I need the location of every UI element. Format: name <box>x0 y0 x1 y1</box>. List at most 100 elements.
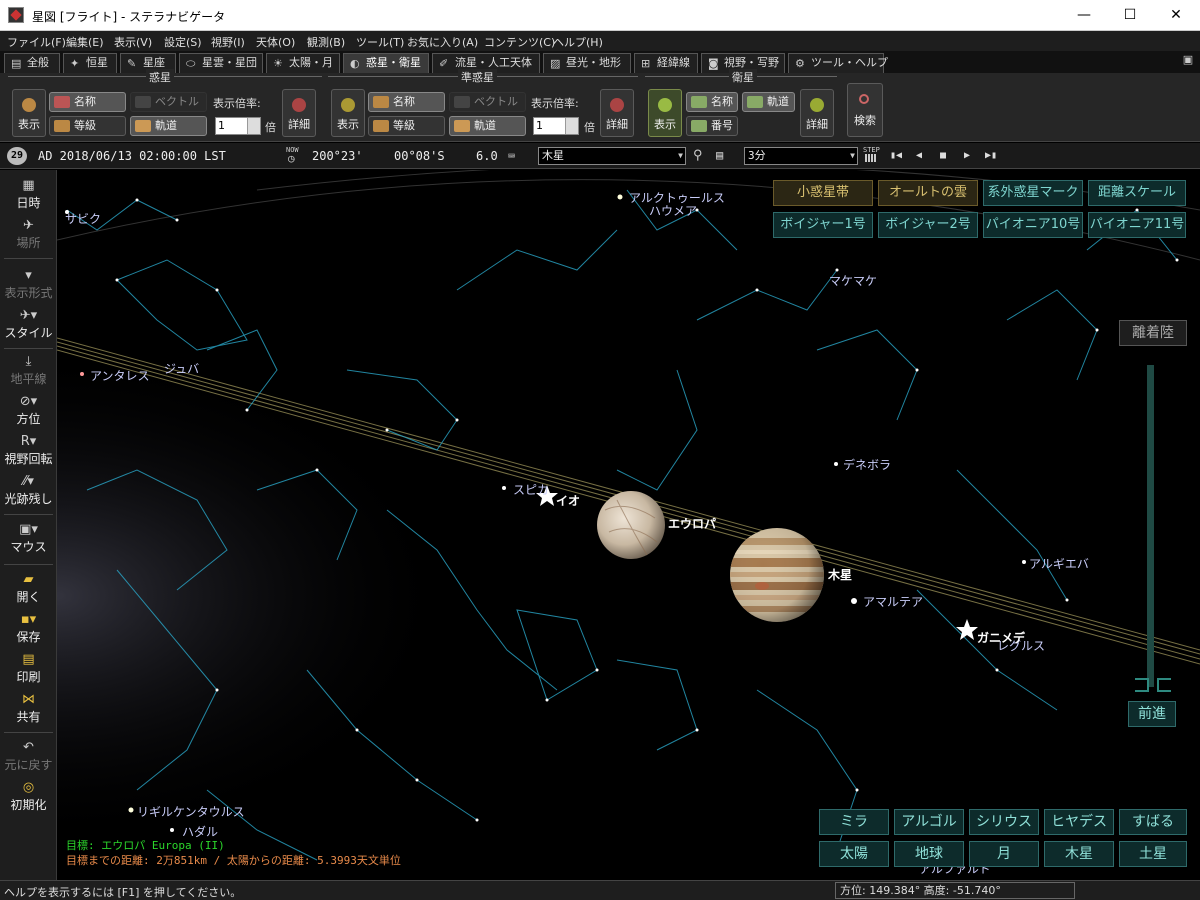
target-sun-button[interactable]: 太陽 <box>819 841 889 867</box>
label-sabik[interactable]: サビク <box>65 210 101 227</box>
planet-magnitude-toggle[interactable]: 等級 <box>49 116 126 136</box>
datetime-display[interactable]: AD 2018/06/13 02:00:00 LST <box>38 149 226 163</box>
label-algieba[interactable]: アルギエバ <box>1029 555 1089 572</box>
direction-tool[interactable]: ⊘▾ 方位 <box>0 394 57 427</box>
sky-map[interactable] <box>57 170 1200 880</box>
oort-cloud-button[interactable]: オールトの雲 <box>878 180 978 206</box>
distance-scale-button[interactable]: 距離スケール <box>1088 180 1186 206</box>
search-icon[interactable]: ⚲ <box>693 148 703 163</box>
menu-edit[interactable]: 編集(E) <box>66 34 104 50</box>
planet-orbit-toggle[interactable]: 軌道 <box>130 116 207 136</box>
tab-sun-moon[interactable]: ☀ 太陽・月 <box>266 53 340 73</box>
satellite-name-toggle[interactable]: 名称 <box>686 92 738 112</box>
label-io[interactable]: イオ <box>556 492 580 509</box>
label-jupiter[interactable]: 木星 <box>828 566 852 583</box>
label-spica[interactable]: スピカ <box>513 481 549 498</box>
label-dschubba[interactable]: ジュバ <box>164 360 199 377</box>
moon-age-icon[interactable]: 29 <box>7 147 27 165</box>
voyager1-button[interactable]: ボイジャー1号 <box>773 212 873 238</box>
europa-globe[interactable] <box>597 491 665 559</box>
label-makemake[interactable]: マケマケ <box>829 272 877 289</box>
undo-tool[interactable]: ↶ 元に戻す <box>0 740 57 773</box>
menu-observe[interactable]: 観測(B) <box>307 34 345 50</box>
step-icon[interactable] <box>865 154 877 162</box>
skip-forward-icon[interactable]: ▶▮ <box>983 148 999 164</box>
sky-view[interactable]: サビク アルクトゥールス ハウメア マケマケ アンタレス ジュバ デネボラ スピ… <box>57 170 1200 880</box>
label-ganymede[interactable]: ガニメデ <box>977 629 1025 646</box>
voyager2-button[interactable]: ボイジャー2号 <box>878 212 978 238</box>
label-rigil-kentaurus[interactable]: リギルケンタウルス <box>137 803 245 820</box>
planet-name-toggle[interactable]: 名称 <box>49 92 126 112</box>
time-step-select[interactable]: 3分 <box>744 147 858 165</box>
satellite-number-toggle[interactable]: 番号 <box>686 116 738 136</box>
target-saturn-button[interactable]: 土星 <box>1119 841 1187 867</box>
pin-icon[interactable]: ▣ <box>1180 53 1196 69</box>
share-tool[interactable]: ⋈ 共有 <box>0 692 57 725</box>
location-tool[interactable]: ✈ 場所 <box>0 218 57 251</box>
target-algol-button[interactable]: アルゴル <box>894 809 964 835</box>
menu-file[interactable]: ファイル(F) <box>7 34 66 50</box>
label-amalthea[interactable]: アマルテア <box>863 593 923 610</box>
rotate-view-tool[interactable]: R▾ 視野回転 <box>0 434 57 467</box>
tab-daylight[interactable]: ▨ 昼光・地形 <box>543 53 631 73</box>
target-jupiter-button[interactable]: 木星 <box>1044 841 1114 867</box>
reset-tool[interactable]: ◎ 初期化 <box>0 780 57 813</box>
target-pleiades-button[interactable]: すばる <box>1119 809 1187 835</box>
satellite-orbit-toggle[interactable]: 軌道 <box>742 92 795 112</box>
dwarf-magnitude-toggle[interactable]: 等級 <box>368 116 445 136</box>
menu-help[interactable]: ヘルプ(H) <box>553 34 603 50</box>
planet-vector-toggle[interactable]: ベクトル <box>130 92 207 112</box>
forward-button[interactable]: 前進 <box>1128 701 1176 727</box>
label-haumea[interactable]: ハウメア <box>649 202 697 219</box>
planet-scale-spinner[interactable]: 1 <box>215 117 261 135</box>
satellite-detail-button[interactable]: 詳細 <box>800 89 834 137</box>
tab-tools-help[interactable]: ⚙ ツール・ヘルプ <box>788 53 888 73</box>
tab-planets[interactable]: ◐ 惑星・衛星 <box>343 53 429 73</box>
tab-grid[interactable]: ⊞ 経緯線 <box>634 53 698 73</box>
takeoff-landing-button[interactable]: 離着陸 <box>1119 320 1187 346</box>
mouse-tool[interactable]: ▣▾ マウス <box>0 522 57 555</box>
open-tool[interactable]: ▰ 開く <box>0 572 57 605</box>
dwarf-scale-spinner[interactable]: 1 <box>533 117 579 135</box>
slider-handle-right-icon[interactable] <box>1157 678 1171 692</box>
style-tool[interactable]: ✈▾ スタイル <box>0 308 57 341</box>
menu-object[interactable]: 天体(O) <box>256 34 295 50</box>
dwarf-vector-toggle[interactable]: ベクトル <box>449 92 526 112</box>
asteroid-belt-button[interactable]: 小惑星帯 <box>773 180 873 206</box>
speed-slider-track[interactable] <box>1147 365 1154 687</box>
target-mira-button[interactable]: ミラ <box>819 809 889 835</box>
maximize-button[interactable]: ☐ <box>1107 0 1153 31</box>
step-forward-icon[interactable]: ▶ <box>959 148 975 164</box>
minimize-button[interactable]: — <box>1061 0 1107 31</box>
datetime-tool[interactable]: ▦ 日時 <box>0 178 57 211</box>
dwarf-orbit-toggle[interactable]: 軌道 <box>449 116 526 136</box>
target-sirius-button[interactable]: シリウス <box>969 809 1039 835</box>
skip-back-icon[interactable]: ▮◀ <box>888 148 904 164</box>
altitude-display[interactable]: 00°08'S <box>394 149 445 163</box>
amalthea-marker[interactable] <box>851 598 857 604</box>
slider-handle-left-icon[interactable] <box>1135 678 1149 692</box>
target-moon-button[interactable]: 月 <box>969 841 1039 867</box>
tab-nebula[interactable]: ⬭ 星雲・星団 <box>179 53 263 73</box>
print-tool[interactable]: ▤ 印刷 <box>0 652 57 685</box>
satellite-show-button[interactable]: 表示 <box>648 89 682 137</box>
tab-stars[interactable]: ✦ 恒星 <box>63 53 117 73</box>
pioneer10-button[interactable]: パイオニア10号 <box>983 212 1083 238</box>
label-europa[interactable]: エウロパ <box>668 515 716 532</box>
menu-favorites[interactable]: お気に入り(A) <box>407 34 478 50</box>
menu-contents[interactable]: コンテンツ(C) <box>484 34 555 50</box>
target-earth-button[interactable]: 地球 <box>894 841 964 867</box>
keyboard-icon[interactable]: ⌨ <box>508 149 515 163</box>
target-hyades-button[interactable]: ヒヤデス <box>1044 809 1114 835</box>
label-denebola[interactable]: デネボラ <box>843 456 891 473</box>
trail-tool[interactable]: ⁄⁄▾ 光跡残し <box>0 474 57 507</box>
save-tool[interactable]: ▪▾ 保存 <box>0 612 57 645</box>
menu-tools[interactable]: ツール(T) <box>356 34 404 50</box>
stop-icon[interactable]: ■ <box>935 148 951 164</box>
planet-show-button[interactable]: 表示 <box>12 89 46 137</box>
horizon-tool[interactable]: ⤓ 地平線 <box>0 354 57 387</box>
now-clock-icon[interactable]: ◷ <box>288 152 295 165</box>
planet-detail-button[interactable]: 詳細 <box>282 89 316 137</box>
menu-view[interactable]: 表示(V) <box>114 34 152 50</box>
exoplanet-mark-button[interactable]: 系外惑星マーク <box>983 180 1083 206</box>
